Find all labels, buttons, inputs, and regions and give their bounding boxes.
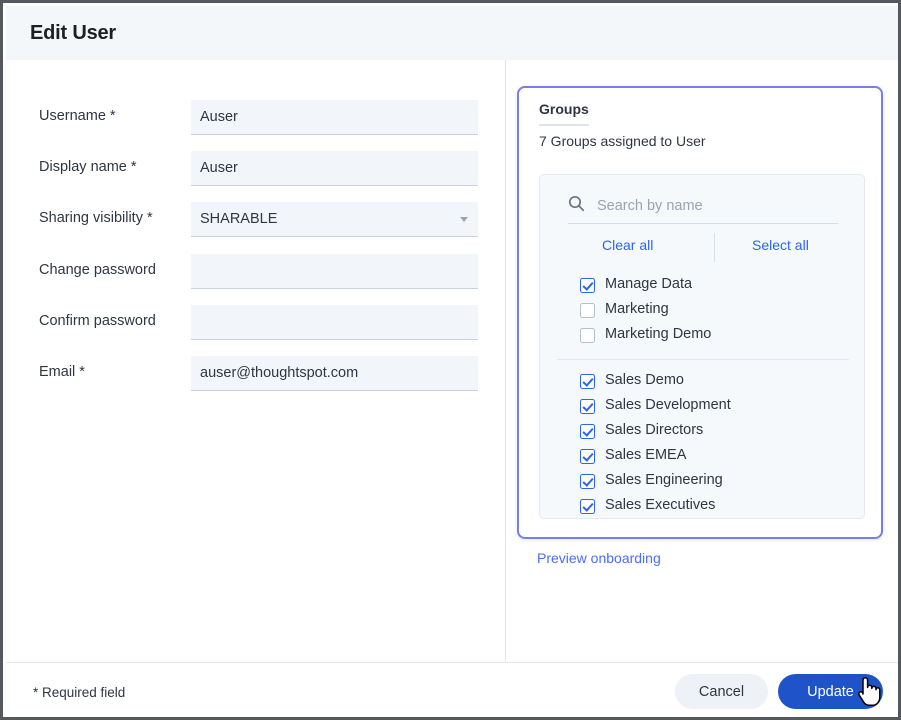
group-label: Sales EMEA	[605, 447, 686, 463]
form-row-sharing-visibility: Sharing visibility * SHARABLE	[6, 202, 505, 238]
group-label: Sales Development	[605, 397, 731, 413]
confirm-password-input[interactable]	[191, 305, 478, 340]
form-row-username: Username *	[6, 100, 505, 136]
confirm-password-label: Confirm password	[39, 313, 156, 329]
search-icon	[568, 195, 585, 212]
required-field-note: * Required field	[33, 685, 125, 700]
username-label: Username *	[39, 108, 116, 124]
list-item[interactable]: Manage Data	[540, 274, 865, 299]
sharing-visibility-label: Sharing visibility *	[39, 210, 153, 226]
email-field[interactable]	[191, 356, 478, 391]
list-item[interactable]: Marketing Demo	[540, 324, 865, 349]
checkbox-checked-icon[interactable]	[580, 499, 595, 514]
form-row-email: Email *	[6, 356, 505, 392]
checkbox-checked-icon[interactable]	[580, 374, 595, 389]
checkbox-checked-icon[interactable]	[580, 399, 595, 414]
update-button[interactable]: Update	[778, 674, 883, 709]
username-input[interactable]	[191, 100, 478, 135]
form-row-change-password: Change password	[6, 254, 505, 290]
groups-search-row	[568, 190, 838, 224]
dialog-header: Edit User	[6, 6, 901, 60]
list-item[interactable]: Sales Directors	[540, 420, 865, 445]
list-item[interactable]: Sales Engineering	[540, 470, 865, 495]
list-item[interactable]: Sales Development	[540, 395, 865, 420]
list-item[interactable]: Sales EMEA	[540, 445, 865, 470]
chevron-down-icon	[460, 217, 468, 222]
group-label: Sales Engineering	[605, 472, 723, 488]
group-label: Sales Executives	[605, 497, 715, 513]
group-label: Sales Demo	[605, 372, 684, 388]
sharing-visibility-value: SHARABLE	[191, 202, 478, 237]
actions-divider	[714, 233, 715, 262]
checkbox-unchecked-icon[interactable]	[580, 328, 595, 343]
group-label: Manage Data	[605, 276, 692, 292]
list-group-separator	[540, 349, 865, 370]
dialog-footer: * Required field Cancel Update	[6, 662, 901, 720]
change-password-input[interactable]	[191, 254, 478, 289]
user-form: Username * Display name * Sharing visibi…	[6, 60, 505, 661]
column-divider	[505, 60, 506, 662]
checkbox-unchecked-icon[interactable]	[580, 303, 595, 318]
page-title: Edit User	[30, 22, 116, 45]
edit-user-window: Edit User Username * Display name * Shar…	[0, 0, 901, 720]
preview-onboarding-link[interactable]: Preview onboarding	[537, 550, 661, 566]
display-name-label: Display name *	[39, 159, 137, 175]
search-input[interactable]	[595, 190, 839, 222]
groups-checkbox-list: Manage Data Marketing Marketing Demo	[540, 274, 865, 519]
checkbox-checked-icon[interactable]	[580, 449, 595, 464]
window-content: Edit User Username * Display name * Shar…	[6, 6, 901, 720]
group-label: Sales Directors	[605, 422, 703, 438]
groups-panel: Groups 7 Groups assigned to User Clear a…	[517, 86, 883, 539]
display-name-input[interactable]	[191, 151, 478, 186]
groups-actions-row: Clear all Select all	[560, 233, 846, 265]
list-item[interactable]: Marketing	[540, 299, 865, 324]
checkbox-checked-icon[interactable]	[580, 278, 595, 293]
sharing-visibility-select[interactable]: SHARABLE	[191, 202, 478, 237]
email-label: Email *	[39, 364, 85, 380]
tab-groups[interactable]: Groups	[539, 101, 589, 126]
groups-selector-card: Clear all Select all Manage Data Marketi…	[539, 174, 865, 519]
group-label: Marketing	[605, 301, 669, 317]
cancel-button[interactable]: Cancel	[675, 674, 768, 709]
change-password-label: Change password	[39, 262, 156, 278]
group-label: Marketing Demo	[605, 326, 711, 342]
list-item[interactable]: Sales Executives	[540, 495, 865, 519]
list-item[interactable]: Sales Demo	[540, 370, 865, 395]
checkbox-checked-icon[interactable]	[580, 474, 595, 489]
checkbox-checked-icon[interactable]	[580, 424, 595, 439]
groups-assigned-count: 7 Groups assigned to User	[539, 133, 706, 149]
form-row-display-name: Display name *	[6, 151, 505, 187]
clear-all-button[interactable]: Clear all	[602, 237, 653, 253]
select-all-button[interactable]: Select all	[752, 237, 809, 253]
form-row-confirm-password: Confirm password	[6, 305, 505, 341]
